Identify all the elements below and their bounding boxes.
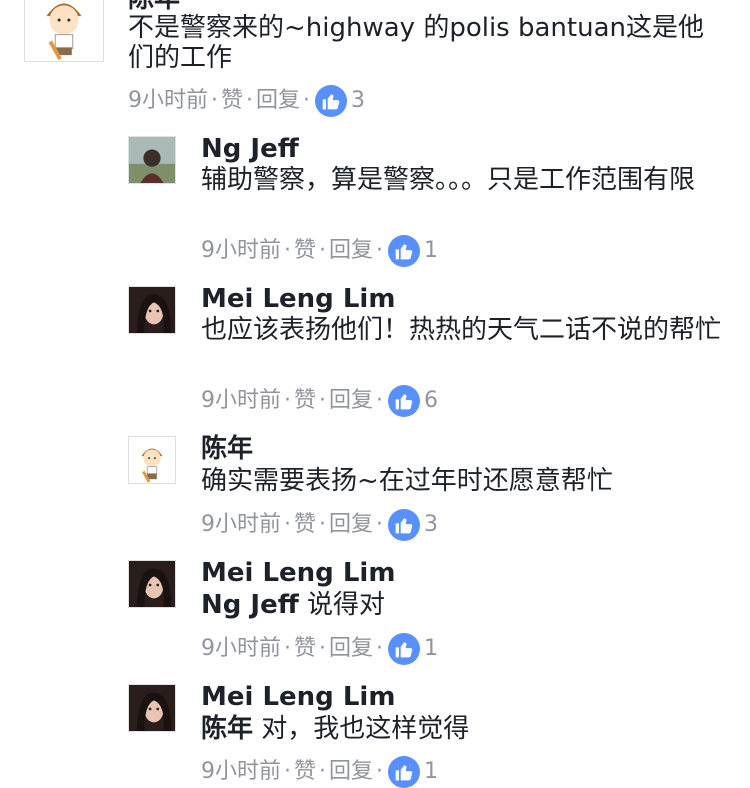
person-photo-avatar-icon bbox=[129, 137, 175, 183]
separator: · bbox=[376, 238, 384, 263]
woman-photo-avatar-icon bbox=[129, 561, 175, 607]
mention-link[interactable]: Ng Jeff bbox=[201, 590, 299, 620]
like-link[interactable]: 赞 bbox=[294, 634, 316, 664]
cartoon-boy-avatar-icon bbox=[25, 0, 103, 61]
avatar[interactable] bbox=[128, 684, 176, 732]
comment-meta: 9小时前 · 赞 · 回复 · 1 bbox=[201, 235, 438, 267]
like-link[interactable]: 赞 bbox=[294, 236, 316, 266]
comment-time[interactable]: 9小时前 bbox=[201, 634, 281, 664]
separator: · bbox=[319, 636, 327, 661]
separator: · bbox=[376, 759, 384, 784]
like-link[interactable]: 赞 bbox=[294, 510, 316, 540]
thumbs-up-icon bbox=[395, 765, 413, 781]
woman-photo-avatar-icon bbox=[129, 287, 175, 333]
like-reaction-icon[interactable] bbox=[388, 633, 421, 665]
like-link[interactable]: 赞 bbox=[294, 757, 316, 787]
reply-link[interactable]: 回复 bbox=[329, 757, 373, 787]
comment-text: 确实需要表扬~在过年时还愿意帮忙 bbox=[201, 466, 613, 496]
comment-text: Ng Jeff 说得对 bbox=[201, 590, 721, 620]
like-count[interactable]: 1 bbox=[424, 757, 438, 787]
thumbs-up-icon bbox=[395, 244, 413, 260]
mention-link[interactable]: 陈年 bbox=[201, 714, 253, 744]
comment-time[interactable]: 9小时前 bbox=[201, 386, 281, 416]
like-count[interactable]: 3 bbox=[351, 86, 365, 116]
separator: · bbox=[319, 238, 327, 263]
separator: · bbox=[376, 388, 384, 413]
reply-link[interactable]: 回复 bbox=[329, 236, 373, 266]
comment-time[interactable]: 9小时前 bbox=[201, 757, 281, 787]
like-link[interactable]: 赞 bbox=[221, 86, 243, 116]
separator: · bbox=[284, 636, 291, 661]
comment-author[interactable]: Ng Jeff bbox=[201, 132, 299, 166]
thumbs-up-icon bbox=[395, 394, 413, 410]
avatar[interactable] bbox=[24, 0, 104, 62]
comment-meta: 9小时前 · 赞 · 回复 · 1 bbox=[201, 756, 438, 788]
reply-link[interactable]: 回复 bbox=[329, 510, 373, 540]
reply-link[interactable]: 回复 bbox=[329, 386, 373, 416]
like-count[interactable]: 3 bbox=[424, 510, 438, 540]
reply-link[interactable]: 回复 bbox=[256, 86, 300, 116]
separator: · bbox=[284, 388, 291, 413]
avatar[interactable] bbox=[128, 286, 176, 334]
avatar[interactable] bbox=[128, 560, 176, 608]
separator: · bbox=[246, 88, 254, 113]
avatar[interactable] bbox=[128, 136, 176, 184]
like-count[interactable]: 1 bbox=[424, 634, 438, 664]
separator: · bbox=[303, 88, 311, 113]
comment-time[interactable]: 9小时前 bbox=[201, 510, 281, 540]
like-reaction-icon[interactable] bbox=[315, 85, 348, 117]
comment-author[interactable]: 陈年 bbox=[201, 432, 253, 466]
separator: · bbox=[284, 238, 291, 263]
like-link[interactable]: 赞 bbox=[294, 386, 316, 416]
cartoon-boy-avatar-icon bbox=[129, 437, 175, 483]
comment-author[interactable]: Mei Leng Lim bbox=[201, 556, 395, 590]
separator: · bbox=[284, 512, 291, 537]
comment-text: 陈年 对，我也这样觉得 bbox=[201, 714, 721, 744]
thumbs-up-icon bbox=[322, 94, 340, 110]
comment-meta: 9小时前 · 赞 · 回复 · 3 bbox=[128, 85, 365, 117]
like-reaction-icon[interactable] bbox=[388, 509, 421, 541]
avatar[interactable] bbox=[128, 436, 176, 484]
like-reaction-icon[interactable] bbox=[388, 235, 421, 267]
reply-link[interactable]: 回复 bbox=[329, 634, 373, 664]
thumbs-up-icon bbox=[395, 518, 413, 534]
comment-text: 也应该表扬他们！热热的天气二话不说的帮忙 bbox=[201, 315, 722, 345]
comment-meta: 9小时前 · 赞 · 回复 · 3 bbox=[201, 509, 438, 541]
like-count[interactable]: 1 bbox=[424, 236, 438, 266]
comment-author[interactable]: Mei Leng Lim bbox=[201, 282, 395, 316]
woman-photo-avatar-icon bbox=[129, 685, 175, 731]
comment-text: 不是警察来的~highway 的polis bantuan这是他们的工作 bbox=[128, 13, 704, 73]
separator: · bbox=[211, 88, 218, 113]
like-count[interactable]: 6 bbox=[424, 386, 438, 416]
thumbs-up-icon bbox=[395, 642, 413, 658]
comment-time[interactable]: 9小时前 bbox=[128, 86, 208, 116]
comment-body: 对，我也这样觉得 bbox=[253, 714, 470, 744]
comment-body: 说得对 bbox=[298, 590, 386, 620]
like-reaction-icon[interactable] bbox=[388, 385, 421, 417]
separator: · bbox=[376, 512, 384, 537]
comment-meta: 9小时前 · 赞 · 回复 · 6 bbox=[201, 385, 438, 417]
comment-author[interactable]: Mei Leng Lim bbox=[201, 680, 395, 714]
separator: · bbox=[319, 512, 327, 537]
comment-time[interactable]: 9小时前 bbox=[201, 236, 281, 266]
separator: · bbox=[319, 388, 327, 413]
separator: · bbox=[319, 759, 327, 784]
comment-text: 辅助警察，算是警察。。。只是工作范围有限 bbox=[201, 165, 696, 195]
like-reaction-icon[interactable] bbox=[388, 756, 421, 788]
separator: · bbox=[284, 759, 291, 784]
separator: · bbox=[376, 636, 384, 661]
comment-meta: 9小时前 · 赞 · 回复 · 1 bbox=[201, 633, 438, 665]
